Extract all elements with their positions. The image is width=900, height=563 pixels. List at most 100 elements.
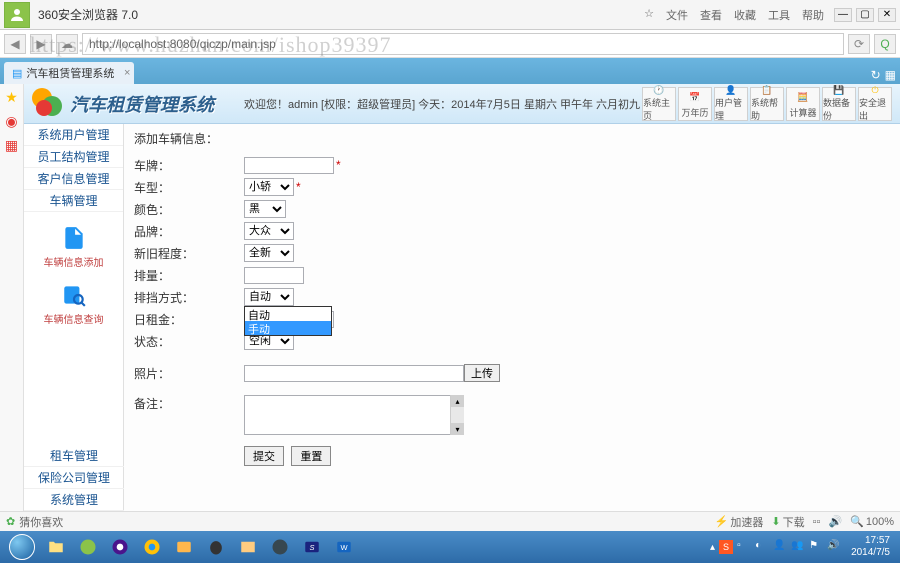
- label-displacement: 排量：: [134, 267, 244, 284]
- select-gear[interactable]: 自动 自动 手动: [244, 288, 294, 306]
- task-app4[interactable]: S: [297, 534, 327, 560]
- cloud-icon[interactable]: ☁: [56, 34, 78, 54]
- tab-main[interactable]: ▤ 汽车租赁管理系统 ×: [4, 62, 134, 84]
- sidebar-item-staff[interactable]: 员工结构管理: [24, 146, 123, 168]
- textarea-scrollbar[interactable]: ▴▾: [450, 395, 464, 435]
- tab-close-icon[interactable]: ×: [124, 67, 130, 79]
- form-panel: 添加车辆信息： 车牌：* 车型：小轿* 颜色：黑 品牌：大众 新旧程度：全新 排…: [124, 124, 900, 511]
- browser-avatar[interactable]: [4, 2, 30, 28]
- gear-option-manual[interactable]: 手动: [245, 321, 331, 335]
- tool-user[interactable]: 👤用户管理: [714, 87, 748, 121]
- forward-button[interactable]: ▶: [30, 34, 52, 54]
- menu-view[interactable]: 查看: [700, 7, 722, 23]
- label-age: 新旧程度：: [134, 245, 244, 262]
- menu-file[interactable]: 文件: [666, 7, 688, 23]
- upload-button[interactable]: 上传: [464, 364, 500, 382]
- status-accel[interactable]: ⚡加速器: [715, 514, 764, 530]
- label-plate: 车牌：: [134, 157, 244, 174]
- app-header: 汽车租赁管理系统 欢迎您！admin [权限：超级管理员] 今天：2014年7月…: [24, 84, 900, 124]
- menu-help[interactable]: 帮助: [802, 7, 824, 23]
- browser-status-bar: ✿ 猜你喜欢 ⚡加速器 ⬇下载 ▫▫ 🔊 🔍 100%: [0, 511, 900, 531]
- weibo-icon[interactable]: ◉: [3, 112, 21, 130]
- task-app3[interactable]: [265, 534, 295, 560]
- label-brand: 品牌：: [134, 223, 244, 240]
- star-icon[interactable]: ★: [3, 88, 21, 106]
- svg-text:W: W: [340, 543, 348, 552]
- minimize-button[interactable]: —: [834, 8, 852, 22]
- sidebar-item-rent[interactable]: 租车管理: [24, 445, 124, 467]
- status-left[interactable]: 猜你喜欢: [19, 514, 63, 530]
- select-brand[interactable]: 大众: [244, 222, 294, 240]
- status-zoom[interactable]: 🔍 100%: [850, 515, 894, 528]
- close-window-button[interactable]: ✕: [878, 8, 896, 22]
- sidebar-item-vehicle[interactable]: 车辆管理: [24, 190, 123, 212]
- sidebar-btn-query-vehicle[interactable]: 车辆信息查询: [24, 275, 123, 332]
- search-button[interactable]: Q: [874, 34, 896, 54]
- task-explorer[interactable]: [41, 534, 71, 560]
- refresh-button[interactable]: ⟳: [848, 34, 870, 54]
- task-360[interactable]: [73, 534, 103, 560]
- sidebar-item-system[interactable]: 系统管理: [24, 489, 124, 511]
- tray-sogou-icon[interactable]: S: [719, 540, 733, 554]
- tool-help[interactable]: 📋系统帮助: [750, 87, 784, 121]
- status-track[interactable]: ▫▫: [813, 516, 821, 528]
- sidebar-item-insurance[interactable]: 保险公司管理: [24, 467, 124, 489]
- task-qq[interactable]: [201, 534, 231, 560]
- tray-icon[interactable]: 👥: [791, 540, 805, 554]
- label-gear: 排挡方式：: [134, 289, 244, 306]
- task-itunes[interactable]: [105, 534, 135, 560]
- gear-option-auto[interactable]: 自动: [245, 307, 331, 321]
- url-input[interactable]: http://localhost:8080/qiczp/main.jsp: [82, 33, 844, 55]
- input-displacement[interactable]: [244, 267, 304, 284]
- task-word[interactable]: W: [329, 534, 359, 560]
- task-chrome[interactable]: [137, 534, 167, 560]
- tool-calc[interactable]: 🧮计算器: [786, 87, 820, 121]
- select-age[interactable]: 全新: [244, 244, 294, 262]
- svg-text:S: S: [309, 543, 314, 552]
- tray-sound-icon[interactable]: 🔊: [827, 540, 841, 554]
- select-color[interactable]: 黑: [244, 200, 286, 218]
- back-button[interactable]: ◀: [4, 34, 26, 54]
- form-title: 添加车辆信息：: [134, 130, 890, 147]
- maximize-button[interactable]: ▢: [856, 8, 874, 22]
- browser-title: 360安全浏览器 7.0: [38, 6, 138, 23]
- status-icon: ✿: [6, 515, 15, 528]
- task-app1[interactable]: [169, 534, 199, 560]
- tray-icon[interactable]: ◐: [755, 540, 769, 554]
- tool-exit[interactable]: ⏻安全退出: [858, 87, 892, 121]
- textarea-remark[interactable]: [244, 395, 464, 435]
- reset-button[interactable]: 重置: [291, 446, 331, 466]
- select-type[interactable]: 小轿: [244, 178, 294, 196]
- label-rent: 日租金：: [134, 311, 244, 328]
- tab-bar: ▤ 汽车租赁管理系统 × ↻ ▦: [0, 58, 900, 84]
- status-download[interactable]: ⬇下载: [771, 514, 804, 530]
- tool-home[interactable]: 🕐系统主页: [642, 87, 676, 121]
- sidebar-btn-label: 车辆信息添加: [44, 254, 104, 269]
- input-photo[interactable]: [244, 365, 464, 382]
- submit-button[interactable]: 提交: [244, 446, 284, 466]
- sidebar-item-customer[interactable]: 客户信息管理: [24, 168, 123, 190]
- stamp-icon[interactable]: ▦: [3, 136, 21, 154]
- tray-icon[interactable]: ▫: [737, 540, 751, 554]
- tab-menu-icon[interactable]: ▦: [885, 68, 896, 82]
- input-plate[interactable]: [244, 157, 334, 174]
- label-color: 颜色：: [134, 201, 244, 218]
- tool-calendar[interactable]: 📅万年历: [678, 87, 712, 121]
- tool-backup[interactable]: 💾数据备份: [822, 87, 856, 121]
- tray-up-icon[interactable]: ▴: [710, 542, 715, 553]
- status-sound-icon[interactable]: 🔊: [828, 515, 842, 528]
- required-mark: *: [296, 180, 301, 194]
- menu-tools[interactable]: 工具: [768, 7, 790, 23]
- start-button[interactable]: [4, 533, 40, 561]
- required-mark: *: [336, 158, 341, 172]
- taskbar-clock[interactable]: 17:57 2014/7/5: [845, 535, 896, 559]
- sidebar-item-sysuser[interactable]: 系统用户管理: [24, 124, 123, 146]
- label-remark: 备注：: [134, 395, 244, 412]
- windows-taskbar: S W ▴ S ▫ ◐ 👤 👥 ⚑ 🔊 17:57 2014/7/5: [0, 531, 900, 563]
- tray-flag-icon[interactable]: ⚑: [809, 540, 823, 554]
- sidebar-btn-add-vehicle[interactable]: 车辆信息添加: [24, 218, 123, 275]
- task-app2[interactable]: [233, 534, 263, 560]
- tab-restore-icon[interactable]: ↻: [871, 68, 881, 82]
- tray-icon[interactable]: 👤: [773, 540, 787, 554]
- menu-fav[interactable]: 收藏: [734, 7, 756, 23]
